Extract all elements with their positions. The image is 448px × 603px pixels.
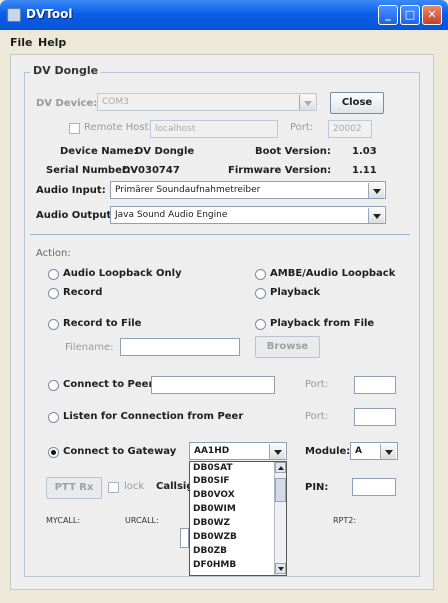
connect-to-peer-label[interactable]: Connect to Peer [63,379,153,390]
audio-output-label: Audio Output: [36,210,116,221]
scroll-down-icon[interactable] [275,563,286,574]
gateway-select[interactable]: AA1HD [189,442,287,460]
connect-gateway-label[interactable]: Connect to Gateway [63,446,176,457]
device-name-label: Device Name: [60,146,138,157]
pin-label: PIN: [305,482,329,493]
audio-input-label: Audio Input: [36,185,106,196]
record-to-file-label[interactable]: Record to File [63,318,141,329]
list-item[interactable]: DB0WIM [193,503,236,516]
serial-number-label: Serial Number: [46,165,131,176]
record-label[interactable]: Record [63,287,102,298]
listen-peer-radio[interactable] [48,412,59,423]
dv-device-label: DV Device: [36,98,98,109]
mycall-label: MYCALL: [46,516,81,525]
gateway-dropdown-list[interactable]: DB0SAT DB0SIF DB0VOX DB0WIM DB0WZ DB0WZB… [189,461,287,576]
browse-button[interactable]: Browse [255,336,320,358]
list-item[interactable]: DB0VOX [193,489,235,502]
boot-version-label: Boot Version: [255,146,331,157]
playback-from-file-label[interactable]: Playback from File [270,318,374,329]
dropdown-scrollbar[interactable] [274,462,286,575]
firmware-version-value: 1.11 [352,165,377,176]
playback-radio[interactable] [255,288,266,299]
peer-port-input[interactable] [354,376,396,394]
audio-loopback-radio[interactable] [48,269,59,280]
chevron-down-icon [368,183,384,198]
urcall-label: URCALL: [125,516,159,525]
list-item[interactable]: DB0WZ [193,517,230,530]
lock-checkbox[interactable] [108,482,119,493]
group-title: DV Dongle [30,64,102,77]
list-item[interactable]: DB0WZB [193,531,237,544]
separator [30,234,410,235]
close-button[interactable]: Close [330,92,384,114]
playback-label[interactable]: Playback [270,287,320,298]
remote-host-checkbox[interactable] [69,123,80,134]
connect-gateway-radio[interactable] [48,447,59,458]
hidden-control[interactable] [180,528,189,548]
list-item[interactable]: DB0SIF [193,475,230,488]
record-to-file-radio[interactable] [48,319,59,330]
listen-peer-label[interactable]: Listen for Connection from Peer [63,411,243,422]
chevron-down-icon [299,95,315,110]
menu-bar [4,30,444,50]
scroll-thumb[interactable] [275,478,286,502]
serial-number-value: DV030747 [122,165,180,176]
port-label: Port: [290,122,314,133]
connect-to-peer-radio[interactable] [48,380,59,391]
listen-port-input[interactable] [354,408,396,426]
peer-address-input[interactable] [151,376,275,394]
list-item[interactable]: DB0SAT [193,462,232,475]
record-radio[interactable] [48,288,59,299]
pin-input[interactable] [352,478,396,496]
ptt-rx-button[interactable]: PTT Rx [46,477,102,499]
app-icon [7,8,21,22]
remote-host-label: Remote Host: [84,122,152,133]
module-label: Module: [305,446,351,457]
close-window-button[interactable]: ✕ [422,5,442,25]
chevron-down-icon [368,208,384,223]
peer-port-label: Port: [305,379,329,390]
module-select[interactable]: A [350,442,398,460]
device-name-value: DV Dongle [135,146,195,157]
chevron-down-icon [380,444,396,459]
rpt2-label: RPT2: [333,516,357,525]
window-title: DVTool [26,7,73,21]
minimize-button[interactable]: _ [378,5,398,25]
maximize-button[interactable]: □ [400,5,420,25]
filename-label: Filename: [65,342,114,353]
ambe-loopback-radio[interactable] [255,269,266,280]
audio-output-select[interactable]: Java Sound Audio Engine [110,206,386,224]
list-item[interactable]: DF0HMB [193,559,236,572]
dv-device-select[interactable]: COM3 [97,93,317,111]
action-label: Action: [36,248,71,259]
port-input[interactable]: 20002 [328,120,372,138]
filename-input[interactable] [120,338,240,356]
callsign-label: Callsig [156,481,194,492]
audio-loopback-label[interactable]: Audio Loopback Only [63,268,182,279]
scroll-up-icon[interactable] [275,462,286,473]
chevron-down-icon [269,444,285,459]
ambe-loopback-label[interactable]: AMBE/Audio Loopback [270,268,395,279]
list-item[interactable]: DB0ZB [193,545,227,558]
firmware-version-label: Firmware Version: [228,165,332,176]
audio-input-select[interactable]: Primärer Soundaufnahmetreiber [110,181,386,199]
lock-label: lock [124,481,145,492]
menu-file[interactable]: File [10,36,33,49]
boot-version-value: 1.03 [352,146,377,157]
menu-help[interactable]: Help [38,36,66,49]
remote-host-input[interactable]: localhost [150,120,278,138]
listen-port-label: Port: [305,411,329,422]
playback-from-file-radio[interactable] [255,319,266,330]
